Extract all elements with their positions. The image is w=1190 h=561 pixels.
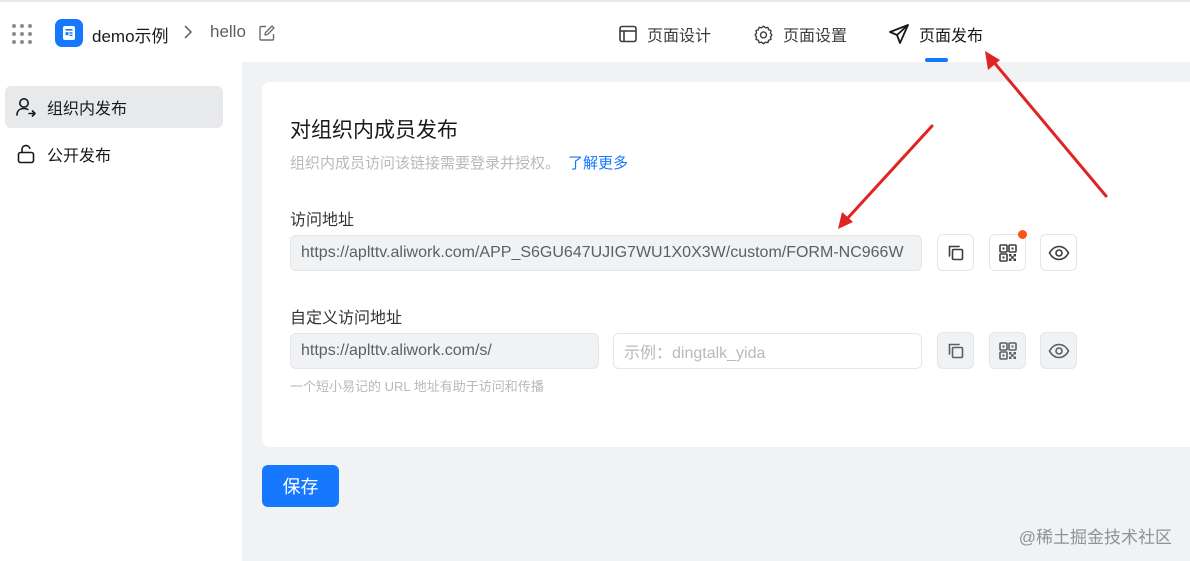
sidebar-item-label: 公开发布 xyxy=(47,148,112,165)
edit-icon[interactable] xyxy=(258,24,276,42)
org-publish-card: 对组织内成员发布 组织内成员访问该链接需要登录并授权。 了解更多 访问地址 htt… xyxy=(262,82,1190,447)
sidebar-item-public-publish[interactable]: 公开发布 xyxy=(5,133,223,175)
copy-icon xyxy=(948,245,963,260)
custom-url-label: 自定义访问地址 xyxy=(290,310,403,327)
custom-url-prefix-field: https://aplttv.aliwork.com/s/ xyxy=(290,333,599,369)
custom-preview-button[interactable] xyxy=(1040,332,1077,369)
app-grid-icon[interactable] xyxy=(12,24,32,44)
eye-icon xyxy=(1048,245,1069,260)
top-header: demo示例 hello 页面设计 页面设置 页面发布 xyxy=(0,0,1190,62)
tab-label: 页面发布 xyxy=(919,28,984,45)
learn-more-link[interactable]: 了解更多 xyxy=(568,155,628,172)
tab-label: 页面设置 xyxy=(783,28,848,45)
tab-label: 页面设计 xyxy=(647,28,712,45)
custom-url-hint: 一个短小易记的 URL 地址有助于访问和传播 xyxy=(290,379,544,394)
app-name-breadcrumb[interactable]: demo示例 xyxy=(92,22,169,47)
chevron-right-icon xyxy=(184,25,193,39)
access-url-label: 访问地址 xyxy=(290,212,355,229)
custom-qrcode-button[interactable] xyxy=(989,332,1026,369)
unlock-icon xyxy=(17,144,35,164)
qrcode-icon xyxy=(998,243,1017,262)
eye-icon xyxy=(1048,343,1069,358)
publish-sidebar: 组织内发布 公开发布 xyxy=(0,62,242,561)
description-text: 组织内成员访问该链接需要登录并授权。 xyxy=(290,155,561,172)
page-name-breadcrumb: hello xyxy=(210,22,246,41)
gear-icon xyxy=(754,24,773,44)
app-logo-icon[interactable] xyxy=(55,19,83,47)
copy-icon xyxy=(948,343,963,358)
qrcode-button[interactable] xyxy=(989,230,1027,271)
notification-dot xyxy=(1018,230,1027,239)
send-icon xyxy=(889,24,909,44)
copy-url-button[interactable] xyxy=(937,234,974,271)
custom-url-suffix-input[interactable]: 示例：dingtalk_yida xyxy=(613,333,922,369)
user-share-icon xyxy=(16,98,36,117)
copy-custom-url-button[interactable] xyxy=(937,332,974,369)
sidebar-item-label: 组织内发布 xyxy=(47,101,128,118)
tab-page-publish[interactable]: 页面发布 xyxy=(888,22,983,46)
section-description: 组织内成员访问该链接需要登录并授权。 了解更多 xyxy=(290,152,628,173)
tab-page-design[interactable]: 页面设计 xyxy=(618,22,711,46)
access-url-field[interactable]: https://aplttv.aliwork.com/APP_S6GU647UJ… xyxy=(290,235,922,271)
qrcode-icon xyxy=(998,341,1017,360)
tab-page-settings[interactable]: 页面设置 xyxy=(753,22,847,46)
watermark: @稀土掘金技术社区 xyxy=(1018,528,1172,547)
preview-button[interactable] xyxy=(1040,234,1077,271)
sidebar-item-org-publish[interactable]: 组织内发布 xyxy=(5,86,223,128)
section-title: 对组织内成员发布 xyxy=(290,119,458,142)
save-button[interactable]: 保存 xyxy=(262,465,339,507)
layout-icon xyxy=(619,25,637,43)
active-tab-indicator xyxy=(925,58,948,62)
